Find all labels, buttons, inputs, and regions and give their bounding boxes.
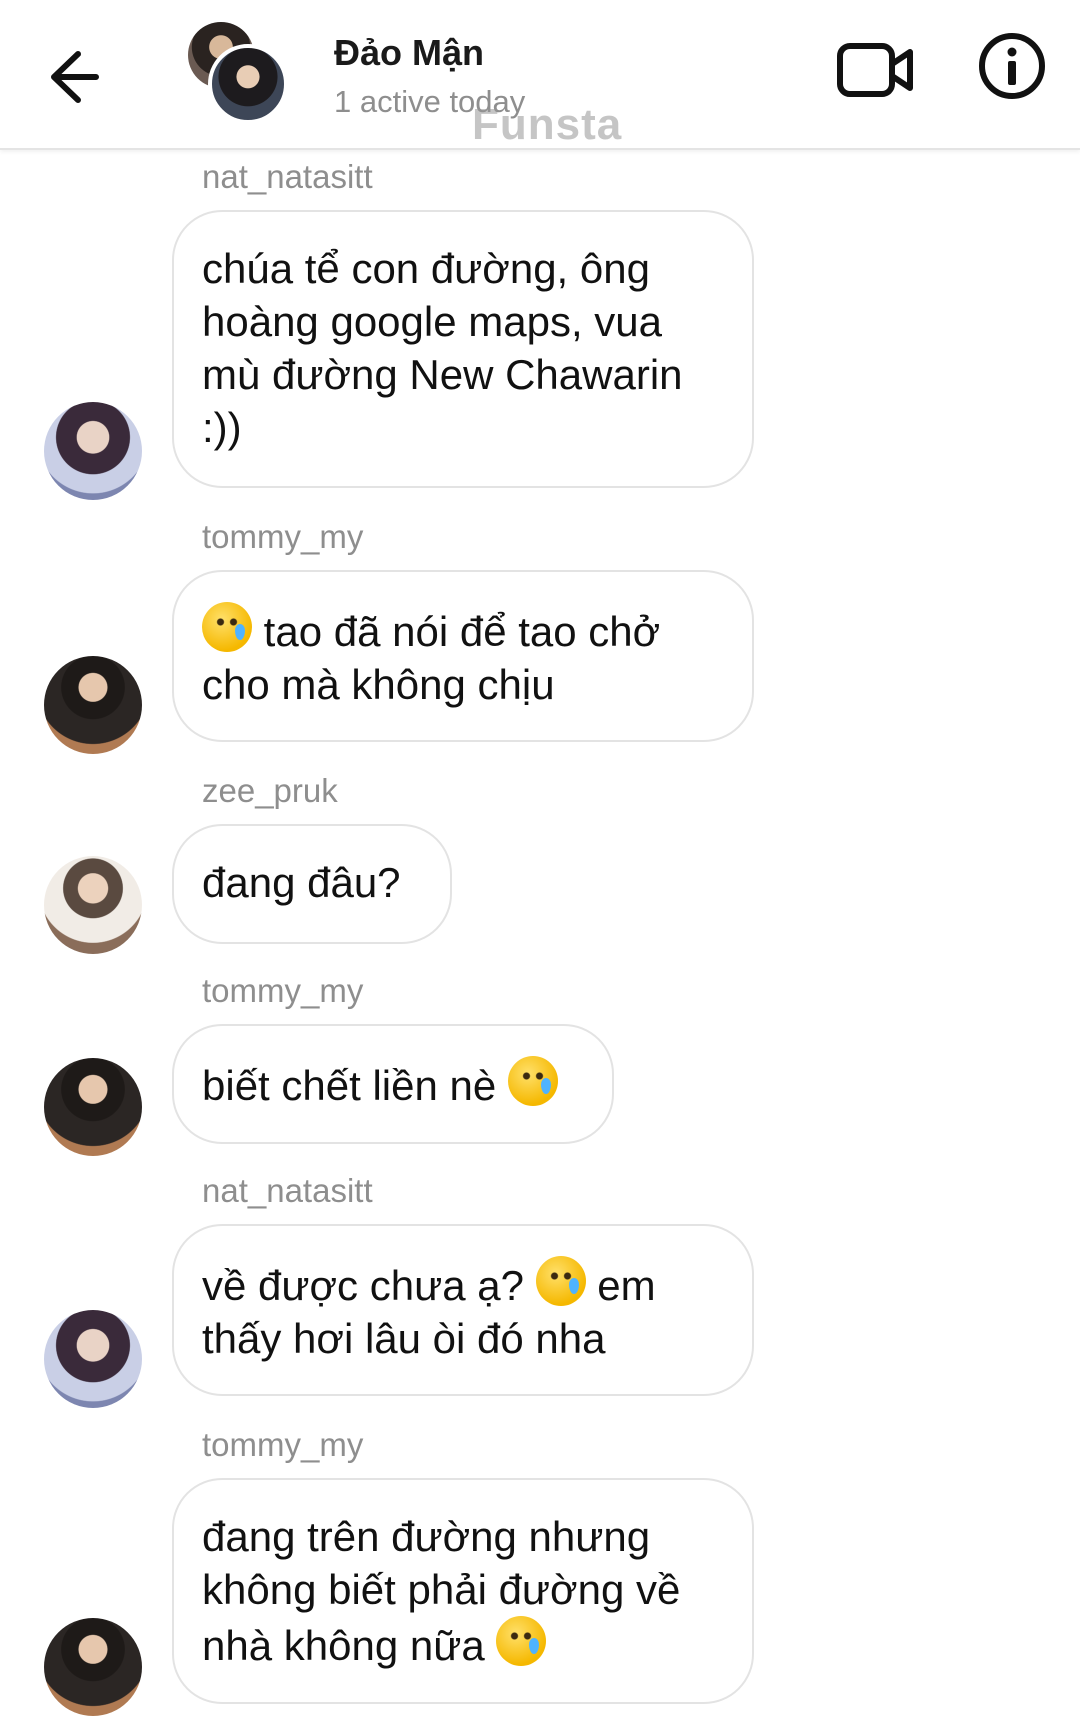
avatar[interactable] xyxy=(44,656,142,754)
crying-face-emoji-icon xyxy=(535,1256,586,1306)
message-bubble[interactable]: chúa tể con đường, ông hoàng google maps… xyxy=(172,210,754,488)
message-bubble[interactable]: biết chết liền nè xyxy=(172,1024,614,1144)
avatar[interactable] xyxy=(44,402,142,500)
video-call-icon[interactable] xyxy=(836,38,916,102)
member-avatar-front xyxy=(208,44,288,124)
sender-name: zee_pruk xyxy=(202,772,338,809)
crying-face-emoji-icon xyxy=(496,1616,547,1666)
avatar[interactable] xyxy=(44,1310,142,1408)
sender-name: nat_natasitt xyxy=(202,158,373,195)
message-text: đang đâu? xyxy=(202,859,401,906)
crying-face-emoji-icon xyxy=(507,1056,558,1106)
message-bubble[interactable]: đang đâu? xyxy=(172,824,452,944)
group-avatar[interactable] xyxy=(188,22,288,124)
message-text: biết chết liền nè xyxy=(202,1062,497,1109)
sender-name: nat_natasitt xyxy=(202,1172,373,1209)
crying-face-emoji-icon xyxy=(202,602,252,652)
chat-header: Đảo Mận 1 active today Funsta xyxy=(0,0,1080,150)
message-bubble[interactable]: tao đã nói để tao chở cho mà không chịu xyxy=(172,570,754,742)
message-text: tao đã nói để tao chở cho mà không chịu xyxy=(202,608,661,708)
chat-title[interactable]: Đảo Mận xyxy=(334,32,484,74)
message-text: về được chưa ạ? xyxy=(202,1262,524,1309)
message-bubble[interactable]: đang trên đường nhưng không biết phải đư… xyxy=(172,1478,754,1704)
message-bubble[interactable]: về được chưa ạ? em thấy hơi lâu òi đó nh… xyxy=(172,1224,754,1396)
info-icon[interactable] xyxy=(976,30,1048,102)
sender-name: tommy_my xyxy=(202,1426,364,1463)
sender-name: tommy_my xyxy=(202,518,364,555)
avatar[interactable] xyxy=(44,856,142,954)
avatar[interactable] xyxy=(44,1058,142,1156)
message-text: chúa tể con đường, ông hoàng google maps… xyxy=(202,245,683,451)
sender-name: tommy_my xyxy=(202,972,364,1009)
message-text: đang trên đường nhưng không biết phải đư… xyxy=(202,1513,681,1669)
watermark-text: Funsta xyxy=(472,100,623,149)
back-arrow-icon[interactable] xyxy=(40,42,110,112)
avatar[interactable] xyxy=(44,1618,142,1716)
